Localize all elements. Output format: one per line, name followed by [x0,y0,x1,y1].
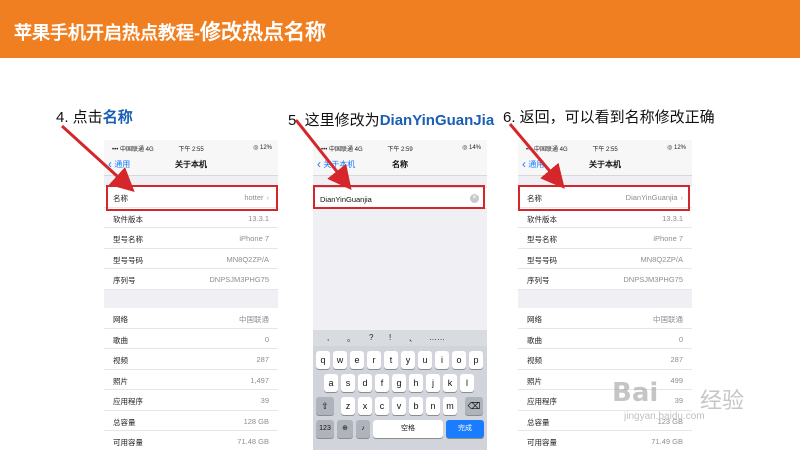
arrow-step-5 [294,119,352,191]
baidu-jingyan-watermark: Bai 经验 jingyan.baidu.com [612,378,762,438]
watermark-brand: Bai [612,378,659,408]
arrow-step-4 [60,124,135,193]
arrow-step-6 [508,123,565,189]
watermark-url: jingyan.baidu.com [624,411,705,422]
watermark-suffix: 经验 [700,388,745,413]
